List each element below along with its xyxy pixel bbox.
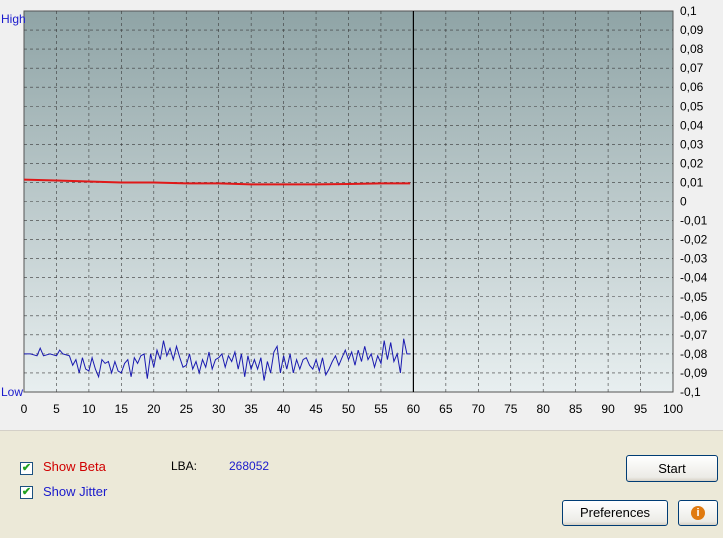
x-tick-label: 25 bbox=[180, 402, 194, 416]
y-tick-label: 0 bbox=[680, 195, 687, 209]
x-tick-label: 75 bbox=[504, 402, 518, 416]
y-tick-label: -0,04 bbox=[680, 271, 708, 285]
preferences-button[interactable]: Preferences bbox=[562, 500, 668, 526]
y-tick-label: -0,09 bbox=[680, 366, 708, 380]
y-tick-label: 0,07 bbox=[680, 61, 704, 75]
start-button[interactable]: Start bbox=[626, 455, 718, 482]
y-tick-label: 0,1 bbox=[680, 4, 697, 18]
y-tick-label: 0,05 bbox=[680, 99, 704, 113]
show-jitter-checkbox[interactable]: ✔ bbox=[20, 486, 33, 499]
low-label: Low bbox=[1, 385, 24, 399]
y-tick-label: -0,06 bbox=[680, 309, 708, 323]
x-tick-label: 45 bbox=[309, 402, 323, 416]
y-tick-label: 0,02 bbox=[680, 156, 704, 170]
x-tick-label: 5 bbox=[53, 402, 60, 416]
x-tick-label: 20 bbox=[147, 402, 161, 416]
x-tick-label: 80 bbox=[537, 402, 551, 416]
y-tick-label: 0,06 bbox=[680, 80, 704, 94]
x-tick-label: 90 bbox=[601, 402, 615, 416]
x-tick-label: 65 bbox=[439, 402, 453, 416]
y-tick-label: 0,03 bbox=[680, 137, 704, 151]
y-tick-label: -0,1 bbox=[680, 385, 701, 399]
y-tick-label: 0,09 bbox=[680, 23, 704, 37]
beta-jitter-chart: 0 5 10 15 20 25 30 35 40 45 50 55 60 65 70 75 80 85 90 95 10… bbox=[21, 4, 708, 416]
x-tick-label: 0 bbox=[21, 402, 28, 416]
y-tick-label: -0,08 bbox=[680, 347, 708, 361]
x-tick-label: 15 bbox=[115, 402, 129, 416]
x-tick-label: 50 bbox=[342, 402, 356, 416]
high-label: High bbox=[1, 12, 26, 26]
y-tick-label: -0,01 bbox=[680, 214, 708, 228]
lba-value: 268052 bbox=[229, 459, 270, 473]
lba-label: LBA: bbox=[171, 459, 198, 473]
x-tick-label: 100 bbox=[663, 402, 683, 416]
show-beta-checkbox[interactable]: ✔ bbox=[20, 462, 33, 475]
y-tick-label: -0,05 bbox=[680, 290, 708, 304]
y-tick-label: -0,02 bbox=[680, 233, 708, 247]
x-tick-label: 95 bbox=[634, 402, 648, 416]
control-panel: ✔ Show Beta ✔ Show Jitter LBA: 268052 St… bbox=[0, 430, 723, 538]
x-tick-label: 10 bbox=[82, 402, 96, 416]
x-tick-label: 55 bbox=[374, 402, 388, 416]
x-tick-label: 60 bbox=[407, 402, 421, 416]
y-tick-label: 0,08 bbox=[680, 42, 704, 56]
y-tick-label: 0,04 bbox=[680, 118, 704, 132]
info-icon: i bbox=[691, 506, 705, 520]
info-button[interactable]: i bbox=[678, 500, 718, 526]
x-tick-label: 35 bbox=[244, 402, 258, 416]
y-tick-label: 0,01 bbox=[680, 175, 704, 189]
x-tick-label: 70 bbox=[472, 402, 486, 416]
x-tick-label: 30 bbox=[212, 402, 226, 416]
x-tick-label: 85 bbox=[569, 402, 583, 416]
y-tick-label: -0,03 bbox=[680, 252, 708, 266]
x-tick-label: 40 bbox=[277, 402, 291, 416]
show-jitter-label[interactable]: Show Jitter bbox=[43, 484, 107, 499]
scan-chart: 0 5 10 15 20 25 30 35 40 45 50 55 60 65 70 75 80 85 90 95 10… bbox=[0, 0, 723, 430]
show-beta-label[interactable]: Show Beta bbox=[43, 459, 106, 474]
y-tick-label: -0,07 bbox=[680, 328, 708, 342]
